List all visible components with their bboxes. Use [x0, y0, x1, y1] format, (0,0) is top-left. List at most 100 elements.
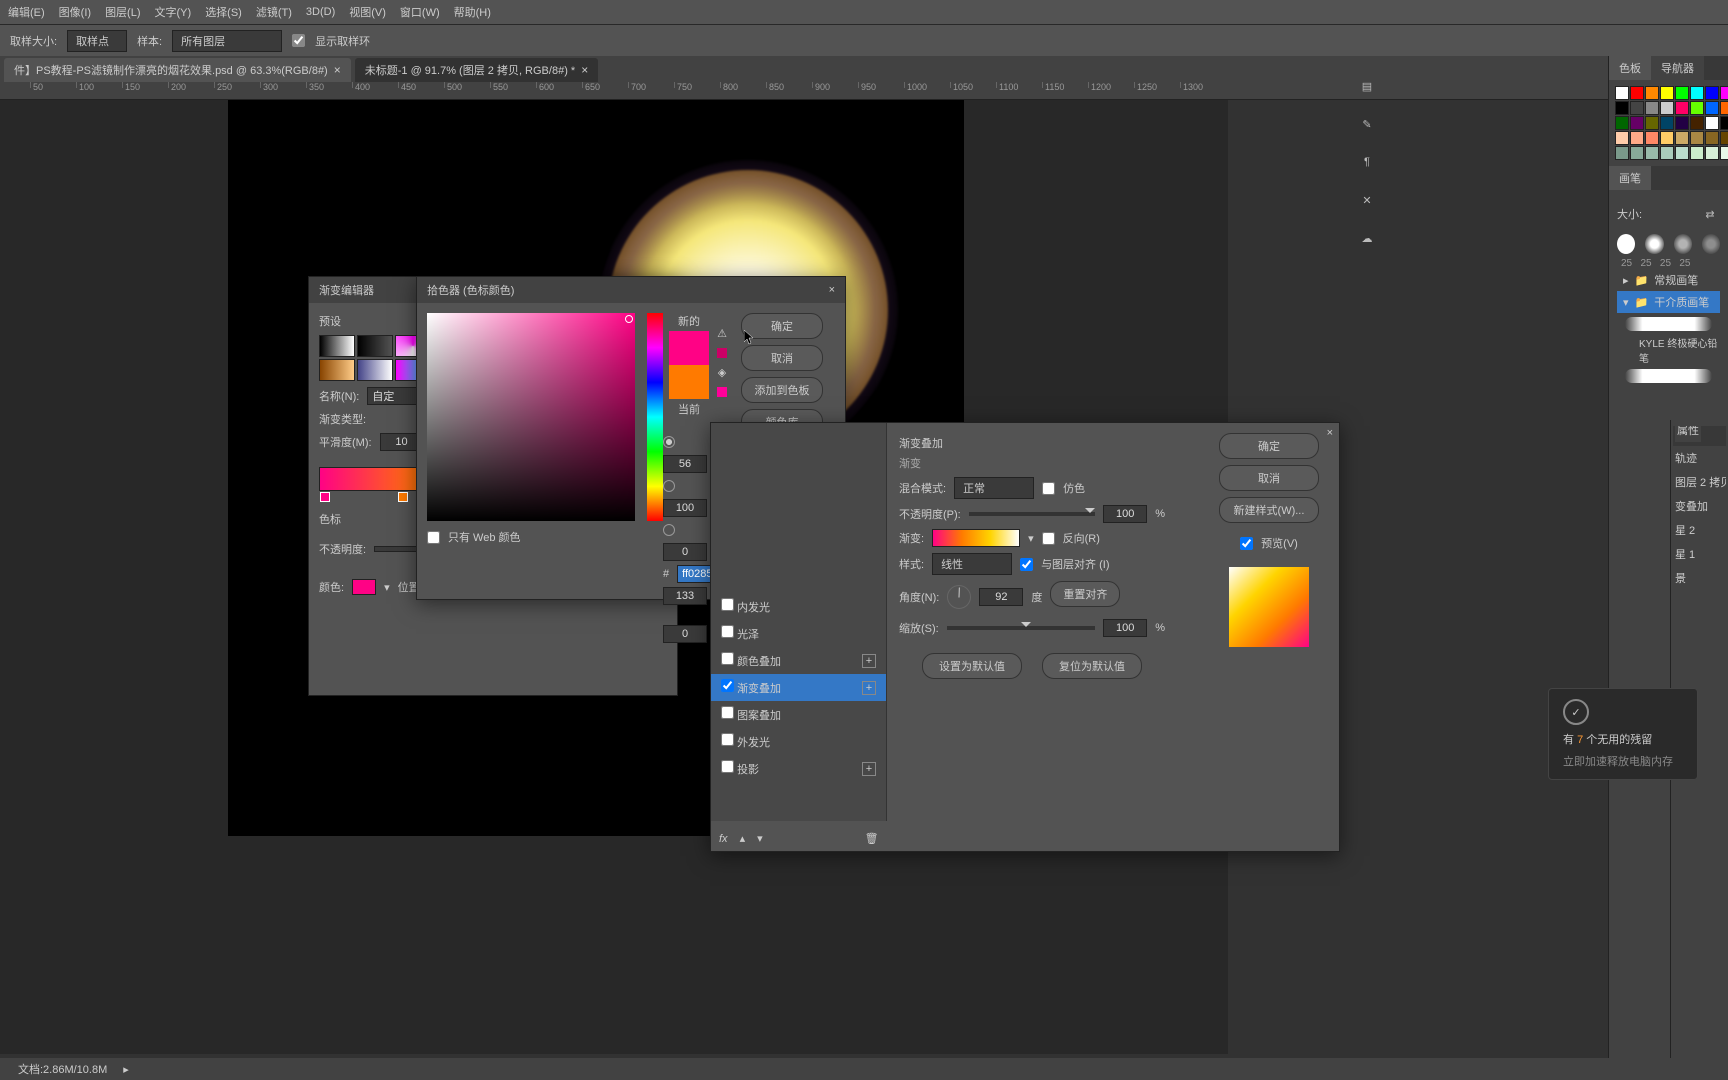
color-swatch[interactable]: [1645, 86, 1659, 100]
warning-icon[interactable]: ⚠: [717, 327, 727, 340]
trash-icon[interactable]: 🗑: [865, 832, 879, 845]
a-radio[interactable]: [663, 480, 675, 492]
color-swatch[interactable]: [1660, 146, 1674, 160]
effect-gradient-overlay[interactable]: 渐变叠加+: [711, 674, 886, 701]
saturation-box[interactable]: [427, 313, 635, 521]
color-swatch[interactable]: [1690, 131, 1704, 145]
web-only-checkbox[interactable]: [427, 531, 440, 544]
layer-item[interactable]: 图层 2 拷贝: [1673, 470, 1726, 494]
notification-toast[interactable]: ✓ 有 7 个无用的残留 立即加速释放电脑内存: [1548, 688, 1698, 780]
color-swatch[interactable]: [1645, 131, 1659, 145]
color-swatch[interactable]: [1660, 131, 1674, 145]
color-swatch[interactable]: [1690, 146, 1704, 160]
navigator-tab[interactable]: 导航器: [1651, 56, 1704, 80]
color-swatch[interactable]: [1720, 101, 1728, 115]
flip-icon[interactable]: ⇄: [1700, 204, 1720, 224]
b-input[interactable]: [663, 499, 707, 517]
h-radio[interactable]: [663, 436, 675, 448]
effect-inner-glow[interactable]: 内发光: [711, 593, 886, 620]
menu-image[interactable]: 图像(I): [59, 4, 91, 20]
cancel-button[interactable]: 取消: [741, 345, 823, 371]
color-swatch[interactable]: [1660, 86, 1674, 100]
gradient-preset[interactable]: [319, 359, 355, 381]
color-swatch[interactable]: [1615, 146, 1629, 160]
effect-checkbox[interactable]: [721, 706, 734, 719]
color-swatch[interactable]: [1615, 101, 1629, 115]
show-ring-checkbox[interactable]: [292, 34, 305, 47]
angle-dial[interactable]: [947, 585, 971, 609]
c-input[interactable]: [663, 543, 707, 561]
color-swatch[interactable]: [1705, 146, 1719, 160]
effect-checkbox[interactable]: [721, 760, 734, 773]
color-swatch[interactable]: [1705, 116, 1719, 130]
hue-slider[interactable]: [647, 313, 663, 521]
color-swatch[interactable]: [1645, 101, 1659, 115]
close-icon[interactable]: ×: [581, 63, 588, 77]
make-default-button[interactable]: 设置为默认值: [922, 653, 1022, 679]
color-swatch[interactable]: [1615, 116, 1629, 130]
r-radio[interactable]: [663, 524, 675, 536]
k-input[interactable]: [663, 625, 707, 643]
align-checkbox[interactable]: [1020, 558, 1033, 571]
color-swatch[interactable]: [1675, 86, 1689, 100]
effect-checkbox[interactable]: [721, 733, 734, 746]
color-swatch[interactable]: [1630, 86, 1644, 100]
chevron-down-icon[interactable]: ▾: [384, 581, 390, 594]
gradient-preset[interactable]: [357, 335, 393, 357]
gradient-picker[interactable]: [932, 529, 1020, 547]
gradient-preset[interactable]: [319, 335, 355, 357]
cube-icon[interactable]: ◈: [718, 366, 726, 379]
layer-item[interactable]: 星 1: [1673, 542, 1726, 566]
effect-drop-shadow[interactable]: 投影+: [711, 755, 886, 782]
color-swatch[interactable]: [1630, 116, 1644, 130]
effect-checkbox[interactable]: [721, 679, 734, 692]
histogram-icon[interactable]: ▤: [1357, 76, 1377, 96]
color-swatch[interactable]: [1690, 116, 1704, 130]
menu-edit[interactable]: 编辑(E): [8, 4, 45, 20]
color-swatch[interactable]: [1675, 116, 1689, 130]
l-input[interactable]: [663, 455, 707, 473]
plus-icon[interactable]: +: [862, 654, 876, 668]
color-swatch[interactable]: [1705, 131, 1719, 145]
brush-icon[interactable]: ✎: [1357, 114, 1377, 134]
color-swatch[interactable]: [1675, 131, 1689, 145]
color-swatch[interactable]: [1615, 131, 1629, 145]
color-swatch[interactable]: [1720, 116, 1728, 130]
opacity-input[interactable]: [1103, 505, 1147, 523]
sample-size-dropdown[interactable]: 取样点: [67, 30, 127, 52]
brush-stroke-preview-2[interactable]: [1625, 369, 1712, 383]
layer-item[interactable]: 变叠加: [1673, 494, 1726, 518]
menu-view[interactable]: 视图(V): [349, 4, 386, 20]
effect-satin[interactable]: 光泽: [711, 620, 886, 647]
stop-color-swatch[interactable]: [352, 579, 376, 595]
menu-help[interactable]: 帮助(H): [454, 4, 491, 20]
color-swatch[interactable]: [1660, 101, 1674, 115]
arrow-down-icon[interactable]: ▾: [757, 832, 763, 845]
menu-select[interactable]: 选择(S): [205, 4, 242, 20]
gradient-stop[interactable]: [398, 492, 408, 502]
effect-color-overlay[interactable]: 颜色叠加+: [711, 647, 886, 674]
effect-checkbox[interactable]: [721, 652, 734, 665]
arrow-up-icon[interactable]: ▴: [740, 832, 746, 845]
plus-icon[interactable]: +: [862, 681, 876, 695]
color-swatch[interactable]: [1630, 101, 1644, 115]
menu-layer[interactable]: 图层(L): [105, 4, 140, 20]
layer-item[interactable]: 轨迹: [1673, 446, 1726, 470]
sample-dropdown[interactable]: 所有图层: [172, 30, 282, 52]
opacity-slider[interactable]: [969, 512, 1095, 516]
color-swatch[interactable]: [1705, 86, 1719, 100]
menu-3d[interactable]: 3D(D): [306, 6, 335, 18]
color-swatch[interactable]: [1630, 131, 1644, 145]
color-swatch[interactable]: [1690, 101, 1704, 115]
style-dropdown[interactable]: 线性: [932, 553, 1012, 575]
color-swatch[interactable]: [1705, 101, 1719, 115]
effect-pattern-overlay[interactable]: 图案叠加: [711, 701, 886, 728]
doc-tab-1[interactable]: 未标题-1 @ 91.7% (图层 2 拷贝, RGB/8#) *×: [355, 58, 598, 82]
plus-icon[interactable]: +: [862, 762, 876, 776]
reset-align-button[interactable]: 重置对齐: [1050, 581, 1120, 607]
color-swatch[interactable]: [1690, 86, 1704, 100]
gamut-swatch[interactable]: [717, 348, 727, 358]
websafe-swatch[interactable]: [717, 387, 727, 397]
menu-window[interactable]: 窗口(W): [400, 4, 440, 20]
brush-stroke-preview[interactable]: [1625, 317, 1712, 331]
